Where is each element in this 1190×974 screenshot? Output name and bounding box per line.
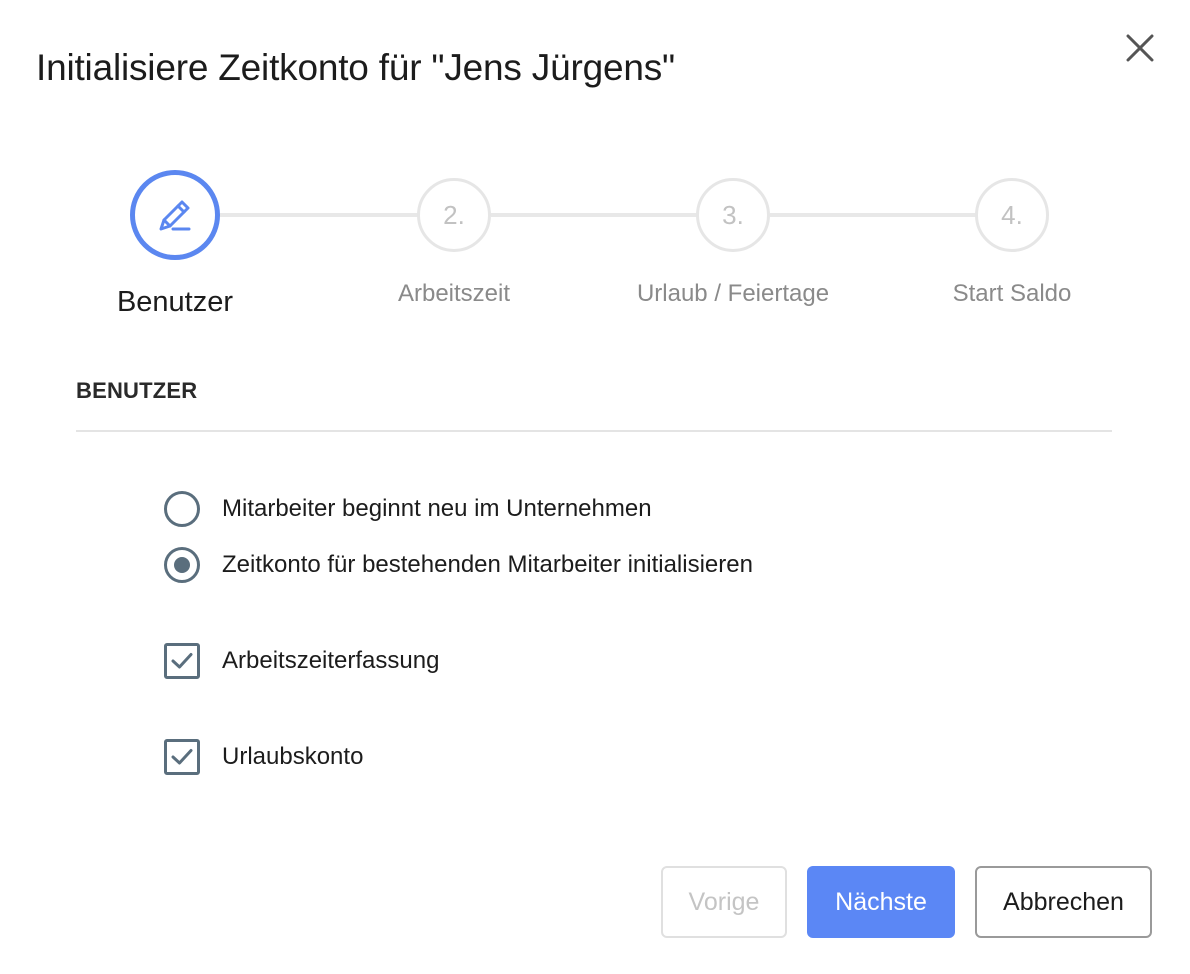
close-button[interactable] bbox=[1118, 26, 1162, 70]
cancel-button[interactable]: Abbrechen bbox=[975, 866, 1152, 938]
step-label: Start Saldo bbox=[952, 280, 1072, 307]
step-connector bbox=[491, 213, 697, 217]
checkbox-vacation-account[interactable]: Urlaubskonto bbox=[164, 737, 363, 777]
step-connector bbox=[770, 213, 976, 217]
radio-button-selected[interactable] bbox=[164, 547, 200, 583]
radio-label: Zeitkonto für bestehenden Mitarbeiter in… bbox=[222, 551, 753, 578]
dialog-title: Initialisiere Zeitkonto für "Jens Jürgen… bbox=[36, 47, 675, 88]
init-timeaccount-dialog: Initialisiere Zeitkonto für "Jens Jürgen… bbox=[0, 0, 1190, 974]
radio-new-employee[interactable]: Mitarbeiter beginnt neu im Unternehmen bbox=[164, 489, 652, 529]
radio-dot bbox=[174, 557, 190, 573]
section-divider bbox=[76, 430, 1112, 432]
radio-existing-employee[interactable]: Zeitkonto für bestehenden Mitarbeiter in… bbox=[164, 545, 753, 585]
pencil-icon bbox=[159, 200, 191, 231]
step-circle: 2. bbox=[417, 178, 491, 252]
step-circle: 3. bbox=[696, 178, 770, 252]
checkmark-icon bbox=[171, 749, 193, 765]
next-button[interactable]: Nächste bbox=[807, 866, 955, 938]
close-icon bbox=[1126, 34, 1154, 62]
step-label: Urlaub / Feiertage bbox=[636, 280, 830, 307]
step-circle-active bbox=[130, 170, 220, 260]
step-circle: 4. bbox=[975, 178, 1049, 252]
checkbox[interactable] bbox=[164, 739, 200, 775]
checkbox-label: Urlaubskonto bbox=[222, 743, 364, 770]
step-label: Benutzer bbox=[116, 286, 234, 318]
step-label: Arbeitszeit bbox=[397, 280, 511, 307]
checkmark-icon bbox=[171, 653, 193, 669]
radio-label: Mitarbeiter beginnt neu im Unternehmen bbox=[222, 495, 652, 522]
radio-button[interactable] bbox=[164, 491, 200, 527]
checkbox-label: Arbeitszeiterfassung bbox=[222, 647, 440, 674]
step-connector bbox=[220, 213, 418, 217]
checkbox[interactable] bbox=[164, 643, 200, 679]
checkbox-time-tracking[interactable]: Arbeitszeiterfassung bbox=[164, 641, 439, 681]
wizard-stepper: Benutzer 2. Arbeitszeit 3. Urlaub / Feie… bbox=[0, 170, 1190, 330]
previous-button[interactable]: Vorige bbox=[661, 866, 787, 938]
section-title: BENUTZER bbox=[76, 378, 198, 403]
